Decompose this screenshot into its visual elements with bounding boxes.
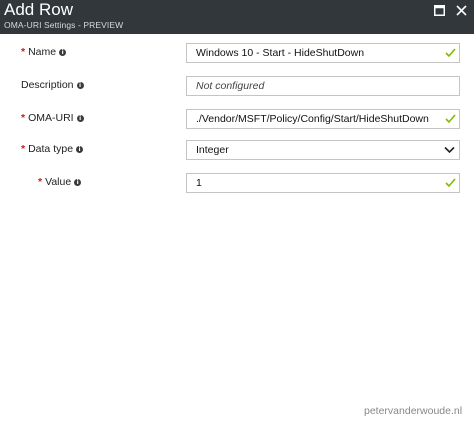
check-icon <box>445 178 456 188</box>
name-input[interactable]: Windows 10 - Start - HideShutDown <box>186 43 460 63</box>
blade-subtitle: OMA-URI Settings - PREVIEW <box>4 20 124 30</box>
data-type-label-text: Data type <box>28 143 74 155</box>
close-button[interactable] <box>454 3 468 17</box>
description-row: Description i Not configured <box>0 76 474 96</box>
description-placeholder: Not configured <box>196 80 265 92</box>
value-input-value: 1 <box>196 177 202 189</box>
info-icon[interactable]: i <box>76 81 84 89</box>
description-label: Description i <box>21 78 84 92</box>
blade-header: Add Row OMA-URI Settings - PREVIEW <box>0 0 474 34</box>
data-type-select[interactable]: Integer <box>186 140 460 160</box>
data-type-label: * Data type i <box>21 142 84 156</box>
info-icon[interactable]: i <box>59 48 67 56</box>
watermark-credit: petervanderwoude.nl <box>364 405 463 417</box>
required-marker: * <box>21 46 26 58</box>
description-label-text: Description <box>21 79 74 91</box>
data-type-row: * Data type i Integer <box>0 140 474 160</box>
value-input[interactable]: 1 <box>186 173 460 193</box>
name-label: * Name i <box>21 45 67 59</box>
blade-title: Add Row <box>4 0 73 19</box>
oma-uri-input-value: ./Vendor/MSFT/Policy/Config/Start/HideSh… <box>196 113 429 125</box>
required-marker: * <box>21 112 26 124</box>
check-icon <box>445 114 456 124</box>
name-row: * Name i Windows 10 - Start - HideShutDo… <box>0 43 474 63</box>
data-type-selected-value: Integer <box>196 144 229 156</box>
oma-uri-row: * OMA-URI i ./Vendor/MSFT/Policy/Config/… <box>0 109 474 129</box>
info-icon[interactable]: i <box>74 178 82 186</box>
check-icon <box>445 48 456 58</box>
description-input[interactable]: Not configured <box>186 76 460 96</box>
maximize-icon <box>433 4 445 16</box>
info-icon[interactable]: i <box>76 145 84 153</box>
value-label: * Value i <box>38 175 82 189</box>
required-marker: * <box>38 176 43 188</box>
value-label-text: Value <box>45 176 72 188</box>
chevron-down-icon <box>444 146 455 154</box>
required-marker: * <box>21 143 26 155</box>
close-icon <box>455 4 467 16</box>
oma-uri-label: * OMA-URI i <box>21 111 84 125</box>
value-row: * Value i 1 <box>0 173 474 193</box>
name-input-value: Windows 10 - Start - HideShutDown <box>196 47 365 59</box>
info-icon[interactable]: i <box>76 114 84 122</box>
oma-uri-label-text: OMA-URI <box>28 112 74 124</box>
oma-uri-input[interactable]: ./Vendor/MSFT/Policy/Config/Start/HideSh… <box>186 109 460 129</box>
maximize-button[interactable] <box>432 3 446 17</box>
name-label-text: Name <box>28 46 57 58</box>
